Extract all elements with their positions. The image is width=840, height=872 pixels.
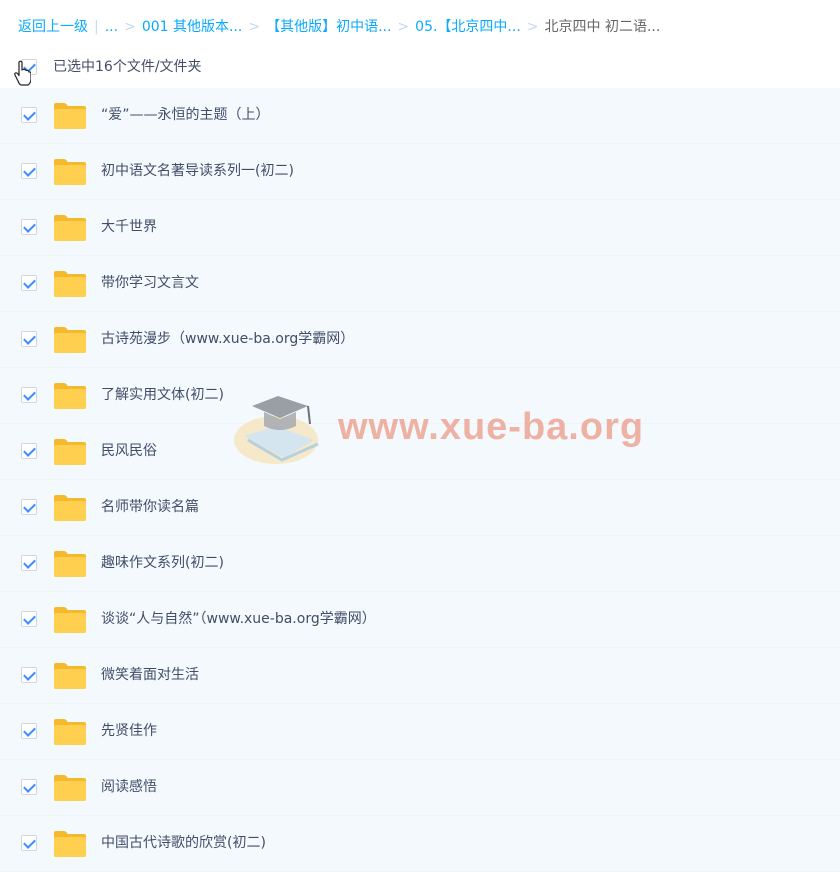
file-checkbox[interactable] xyxy=(21,331,37,347)
checkmark-icon xyxy=(23,836,36,849)
folder-icon xyxy=(54,103,86,129)
file-row[interactable]: 趣味作文系列(初二) xyxy=(0,536,840,592)
checkmark-icon xyxy=(23,108,36,121)
file-name[interactable]: 阅读感悟 xyxy=(101,760,157,815)
file-checkbox[interactable] xyxy=(21,443,37,459)
file-checkbox[interactable] xyxy=(21,163,37,179)
back-link[interactable]: 返回上一级 xyxy=(18,19,88,35)
checkmark-icon xyxy=(23,220,36,233)
file-checkbox[interactable] xyxy=(21,387,37,403)
file-row[interactable]: 古诗苑漫步（www.xue-ba.org学霸网） xyxy=(0,312,840,368)
file-row[interactable]: 名师带你读名篇 xyxy=(0,480,840,536)
breadcrumb-item-1[interactable]: 001 其他版本... xyxy=(142,19,243,35)
file-name[interactable]: 民风民俗 xyxy=(101,424,157,479)
file-name[interactable]: 谈谈“人与自然”（www.xue-ba.org学霸网） xyxy=(101,592,376,647)
breadcrumb-current: 北京四中 初二语... xyxy=(544,19,661,35)
file-checkbox[interactable] xyxy=(21,723,37,739)
file-row[interactable]: 阅读感悟 xyxy=(0,760,840,816)
file-row[interactable]: 微笑着面对生活 xyxy=(0,648,840,704)
folder-icon xyxy=(54,719,86,745)
checkmark-icon xyxy=(23,164,36,177)
breadcrumb-separator: > xyxy=(397,19,410,35)
file-checkbox[interactable] xyxy=(21,555,37,571)
folder-icon xyxy=(54,327,86,353)
folder-icon xyxy=(54,383,86,409)
folder-icon xyxy=(54,495,86,521)
file-checkbox[interactable] xyxy=(21,499,37,515)
file-checkbox[interactable] xyxy=(21,107,37,123)
folder-icon xyxy=(54,663,86,689)
file-name[interactable]: 大千世界 xyxy=(101,200,157,255)
file-list: “爱”——永恒的主题（上） 初中语文名著导读系列一(初二) 大千世界 带你学习文言文古… xyxy=(0,88,840,872)
folder-icon xyxy=(54,607,86,633)
checkmark-icon xyxy=(23,724,36,737)
breadcrumb-item-3[interactable]: 05.【北京四中... xyxy=(415,19,521,35)
folder-icon xyxy=(54,775,86,801)
folder-icon xyxy=(54,271,86,297)
breadcrumb-ellipsis[interactable]: ... xyxy=(105,19,118,35)
breadcrumb-separator: > xyxy=(124,19,136,35)
checkmark-icon xyxy=(23,668,36,681)
file-name[interactable]: 微笑着面对生活 xyxy=(101,648,199,703)
file-row[interactable]: 谈谈“人与自然”（www.xue-ba.org学霸网） xyxy=(0,592,840,648)
file-row[interactable]: 大千世界 xyxy=(0,200,840,256)
breadcrumb-item-2[interactable]: 【其他版】初中语... xyxy=(266,19,391,35)
file-name[interactable]: 初中语文名著导读系列一(初二) xyxy=(101,144,294,199)
checkmark-icon xyxy=(23,556,36,569)
file-name[interactable]: 中国古代诗歌的欣赏(初二) xyxy=(101,816,266,871)
file-name[interactable]: “爱”——永恒的主题（上） xyxy=(101,88,270,143)
file-row[interactable]: “爱”——永恒的主题（上） xyxy=(0,88,840,144)
file-row[interactable]: 初中语文名著导读系列一(初二) xyxy=(0,144,840,200)
select-all-bar: 已选中16个文件/文件夹 xyxy=(0,52,840,82)
file-row[interactable]: 带你学习文言文 xyxy=(0,256,840,312)
file-name[interactable]: 带你学习文言文 xyxy=(101,256,199,311)
checkmark-icon xyxy=(23,780,36,793)
file-row[interactable]: 中国古代诗歌的欣赏(初二) xyxy=(0,816,840,872)
file-checkbox[interactable] xyxy=(21,219,37,235)
file-checkbox[interactable] xyxy=(21,611,37,627)
breadcrumb-separator: > xyxy=(526,19,539,35)
folder-icon xyxy=(54,551,86,577)
selection-count-label: 已选中16个文件/文件夹 xyxy=(53,59,202,75)
breadcrumb: 返回上一级 |... >001 其他版本... > 【其他版】初中语... >05.【北京… xyxy=(18,17,660,37)
file-checkbox[interactable] xyxy=(21,667,37,683)
file-row[interactable]: 了解实用文体(初二) xyxy=(0,368,840,424)
checkmark-icon xyxy=(23,332,36,345)
checkmark-icon xyxy=(23,388,36,401)
folder-icon xyxy=(54,831,86,857)
file-name[interactable]: 趣味作文系列(初二) xyxy=(101,536,224,591)
folder-icon xyxy=(54,215,86,241)
breadcrumb-separator: > xyxy=(248,19,261,35)
checkmark-icon xyxy=(23,444,36,457)
file-name[interactable]: 先贤佳作 xyxy=(101,704,157,759)
hand-cursor-icon xyxy=(14,60,31,86)
breadcrumb-pipe: | xyxy=(94,19,99,35)
file-name[interactable]: 名师带你读名篇 xyxy=(101,480,199,535)
file-name[interactable]: 古诗苑漫步（www.xue-ba.org学霸网） xyxy=(101,312,354,367)
file-row[interactable]: 民风民俗 xyxy=(0,424,840,480)
file-name[interactable]: 了解实用文体(初二) xyxy=(101,368,224,423)
folder-icon xyxy=(54,159,86,185)
folder-icon xyxy=(54,439,86,465)
checkmark-icon xyxy=(23,500,36,513)
checkmark-icon xyxy=(23,612,36,625)
file-checkbox[interactable] xyxy=(21,275,37,291)
file-checkbox[interactable] xyxy=(21,779,37,795)
file-row[interactable]: 先贤佳作 xyxy=(0,704,840,760)
checkmark-icon xyxy=(23,276,36,289)
file-checkbox[interactable] xyxy=(21,835,37,851)
